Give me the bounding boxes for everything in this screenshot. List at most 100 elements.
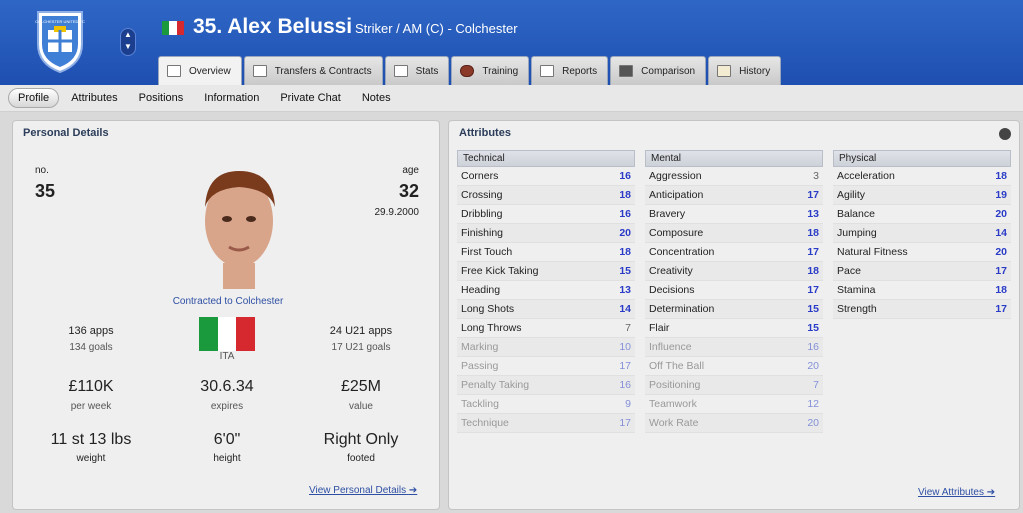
attribute-name: Stamina: [837, 284, 876, 296]
subnav-notes[interactable]: Notes: [353, 89, 400, 107]
tab-overview[interactable]: Overview: [158, 56, 242, 85]
attribute-value: 20: [807, 360, 819, 372]
attribute-name: Balance: [837, 208, 875, 220]
subnav-positions[interactable]: Positions: [130, 89, 193, 107]
height-caption: height: [213, 453, 241, 464]
attribute-row: Agility 19: [833, 186, 1011, 205]
attribute-row: First Touch 18: [457, 243, 635, 262]
attribute-name: Creativity: [649, 265, 693, 277]
attribute-value: 13: [807, 208, 819, 220]
physical-column: Physical Acceleration 18 Agility 19 Balance 2…: [833, 150, 1011, 319]
nation-flag-icon: [199, 317, 256, 351]
attribute-value: 15: [807, 322, 819, 334]
attribute-value: 18: [619, 189, 631, 201]
panel-menu-button[interactable]: [999, 128, 1011, 140]
attribute-value: 16: [619, 208, 631, 220]
height-value: 6'0": [213, 431, 241, 448]
attribute-row: Work Rate 20: [645, 414, 823, 433]
tab-history[interactable]: History: [708, 56, 782, 85]
attribute-name: First Touch: [461, 246, 513, 258]
subnav-attributes[interactable]: Attributes: [62, 89, 126, 107]
attribute-row: Anticipation 17: [645, 186, 823, 205]
attribute-name: Long Throws: [461, 322, 522, 334]
attribute-name: Aggression: [649, 170, 702, 182]
attribute-value: 7: [813, 379, 819, 391]
tab-training[interactable]: Training: [451, 56, 530, 85]
attribute-value: 18: [995, 170, 1007, 182]
attribute-value: 20: [995, 246, 1007, 258]
subnav-information[interactable]: Information: [195, 89, 268, 107]
attribute-name: Finishing: [461, 227, 504, 239]
attribute-name: Anticipation: [649, 189, 704, 201]
profile-card-icon: [167, 65, 181, 77]
attribute-name: Penalty Taking: [461, 379, 530, 391]
contract-status-link[interactable]: Contracted to Colchester: [133, 296, 323, 307]
attribute-value: 10: [619, 341, 631, 353]
attribute-value: 14: [619, 303, 631, 315]
attribute-value: 20: [995, 208, 1007, 220]
history-book-icon: [717, 65, 732, 77]
view-personal-details-link[interactable]: View Personal Details ➔: [309, 485, 417, 496]
player-face-image: [205, 171, 275, 289]
age-label: age: [402, 165, 419, 176]
subnav-private-chat[interactable]: Private Chat: [271, 89, 350, 107]
tab-transfers-contracts[interactable]: Transfers & Contracts: [243, 56, 383, 85]
attribute-row: Positioning 7: [645, 376, 823, 395]
subnav-profile[interactable]: Profile: [8, 88, 60, 108]
tab-stats[interactable]: Stats: [384, 56, 450, 85]
attribute-name: Influence: [649, 341, 692, 353]
attribute-row: Composure 18: [645, 224, 823, 243]
attribute-row: Decisions 17: [645, 281, 823, 300]
attribute-row: Tackling 9: [457, 395, 635, 414]
preferred-foot: Right Only: [323, 431, 399, 448]
age-value: 32: [398, 181, 419, 201]
foot-caption: footed: [347, 453, 375, 464]
comparison-icon: [619, 65, 634, 77]
attribute-name: Positioning: [649, 379, 701, 391]
attribute-name: Corners: [461, 170, 499, 182]
attribute-name: Acceleration: [837, 170, 895, 182]
attribute-name: Strength: [837, 303, 877, 315]
football-icon: [460, 65, 475, 77]
attribute-name: Agility: [837, 189, 866, 201]
attribute-row: Heading 13: [457, 281, 635, 300]
attribute-row: Marking 10: [457, 338, 635, 357]
attribute-row: Bravery 13: [645, 205, 823, 224]
attribute-value: 9: [625, 398, 631, 410]
attribute-value: 19: [995, 189, 1007, 201]
attribute-row: Off The Ball 20: [645, 357, 823, 376]
bar-chart-icon: [393, 65, 408, 77]
attribute-row: Flair 15: [645, 319, 823, 338]
attribute-name: Technique: [461, 417, 509, 429]
attribute-row: Determination 15: [645, 300, 823, 319]
player-title: 35. Alex Belussi: [193, 15, 353, 38]
attribute-row: Stamina 18: [833, 281, 1011, 300]
attribute-row: Long Shots 14: [457, 300, 635, 319]
personal-details-panel: Personal Details no. 35 age 32 29.9.2000…: [12, 120, 440, 510]
attribute-row: Dribbling 16: [457, 205, 635, 224]
attribute-value: 17: [619, 417, 631, 429]
weight-value: 11 st 13 lbs: [50, 431, 132, 448]
attribute-name: Work Rate: [649, 417, 699, 429]
mental-header: Mental: [645, 150, 823, 167]
tab-comparison[interactable]: Comparison: [610, 56, 707, 85]
attribute-row: Finishing 20: [457, 224, 635, 243]
italy-flag-icon: [162, 21, 184, 35]
attribute-row: Balance 20: [833, 205, 1011, 224]
attribute-name: Heading: [461, 284, 501, 296]
attribute-name: Tackling: [461, 398, 499, 410]
attribute-row: Influence 16: [645, 338, 823, 357]
attribute-row: Penalty Taking 16: [457, 376, 635, 395]
attribute-name: Off The Ball: [649, 360, 705, 372]
view-attributes-link[interactable]: View Attributes ➔: [918, 487, 995, 498]
wage-caption: per week: [70, 401, 112, 412]
physical-header: Physical: [833, 150, 1011, 167]
attribute-row: Concentration 17: [645, 243, 823, 262]
tab-reports[interactable]: Reports: [531, 56, 609, 85]
attributes-title: Attributes: [459, 127, 511, 139]
squad-number-label: no.: [35, 165, 49, 176]
arrow-right-icon: ➔: [408, 485, 418, 496]
attribute-value: 17: [807, 284, 819, 296]
attribute-value: 18: [619, 246, 631, 258]
player-cycle-arrows[interactable]: ▲ ▼: [120, 28, 136, 56]
